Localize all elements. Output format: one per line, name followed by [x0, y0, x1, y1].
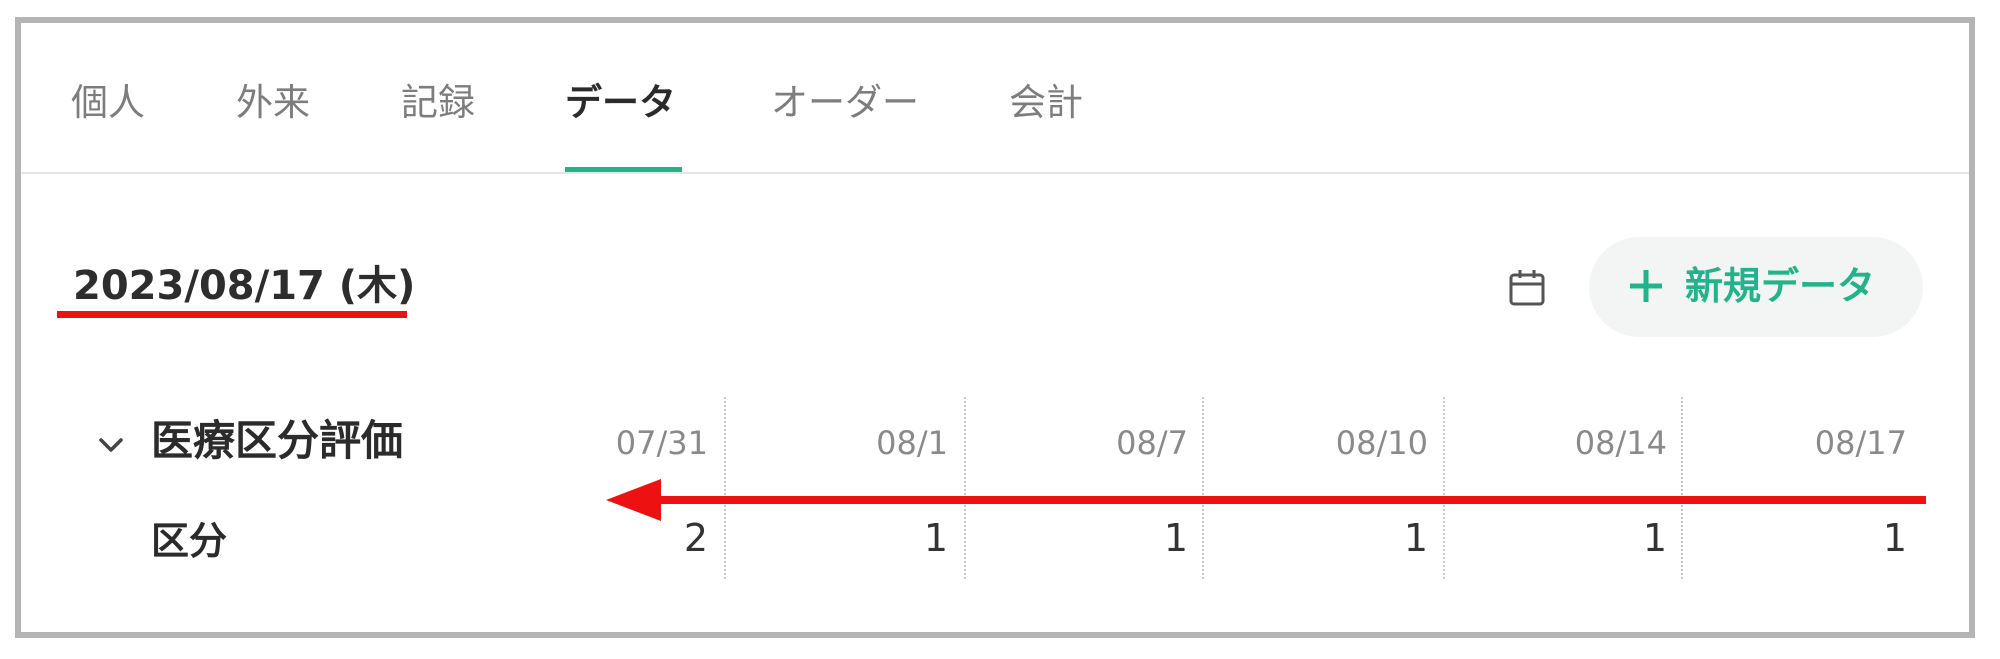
- arrow-left-annotation: [606, 479, 1926, 521]
- row-label: 区分: [151, 519, 228, 563]
- date-highlight-underline: [57, 311, 407, 318]
- date-column-header: 08/7: [1116, 424, 1188, 462]
- date-column-header: 08/1: [876, 424, 948, 462]
- section-title: 医療区分評価: [151, 416, 404, 465]
- calendar-icon: [1509, 270, 1545, 306]
- active-tab-indicator: [565, 167, 682, 172]
- date-column-header: 08/10: [1335, 424, 1428, 462]
- calendar-button[interactable]: [1505, 266, 1549, 310]
- tab-billing[interactable]: 会計: [1009, 81, 1083, 125]
- tab-orders[interactable]: オーダー: [771, 81, 919, 125]
- section-collapse-toggle[interactable]: [93, 427, 129, 463]
- tab-data[interactable]: データ: [565, 81, 676, 125]
- plus-icon: [1630, 270, 1662, 302]
- tab-outpatient[interactable]: 外来: [236, 81, 310, 125]
- new-data-button[interactable]: 新規データ: [1589, 237, 1923, 337]
- tab-personal[interactable]: 個人: [71, 81, 145, 125]
- date-column-header: 07/31: [615, 424, 708, 462]
- tab-records[interactable]: 記録: [401, 81, 475, 125]
- chevron-down-icon: [99, 438, 123, 452]
- app-panel: 個人 外来 記録 データ オーダー 会計 2023/08/17 (木) 新規デー…: [15, 17, 1975, 638]
- date-column-header: 08/17: [1814, 424, 1907, 462]
- tab-bar: 個人 外来 記録 データ オーダー 会計: [21, 23, 1969, 174]
- date-column-header: 08/14: [1574, 424, 1667, 462]
- current-date[interactable]: 2023/08/17 (木): [73, 261, 415, 311]
- new-data-label: 新規データ: [1685, 264, 1876, 308]
